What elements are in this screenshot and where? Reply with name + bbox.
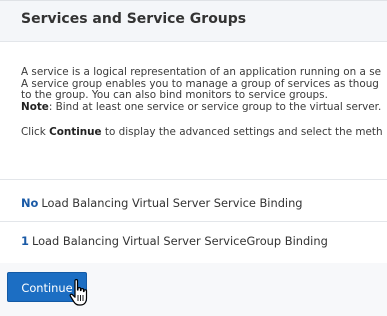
servicegroup-binding-label: Load Balancing Virtual Server ServiceGro…	[31, 234, 328, 248]
section-description: A service is a logical representation of…	[21, 66, 387, 139]
service-binding-row: No Load Balancing Virtual Server Service …	[21, 196, 303, 210]
continue-hint-bold: Continue	[49, 126, 102, 138]
note-label: Note	[21, 100, 49, 113]
servicegroup-binding-count-link[interactable]: 1	[21, 234, 29, 248]
hand-pointer-icon	[69, 279, 88, 306]
section-title: Services and Service Groups	[21, 11, 247, 27]
description-line: A service is a logical representation of…	[21, 66, 382, 78]
services-panel: Services and Service Groups A service is…	[0, 0, 387, 263]
description-note: Note: Bind at least one service or servi…	[21, 100, 387, 114]
servicegroup-binding-row: 1 Load Balancing Virtual Server ServiceGr…	[21, 234, 328, 248]
divider	[0, 221, 387, 222]
divider	[0, 179, 387, 180]
service-binding-label: Load Balancing Virtual Server Service Bi…	[41, 196, 303, 210]
note-text: : Bind at least one service or service g…	[48, 100, 382, 113]
service-binding-count-link[interactable]: No	[21, 196, 38, 210]
continue-hint: Click Continue to display the advanced s…	[21, 126, 383, 138]
section-header: Services and Service Groups	[0, 1, 387, 42]
